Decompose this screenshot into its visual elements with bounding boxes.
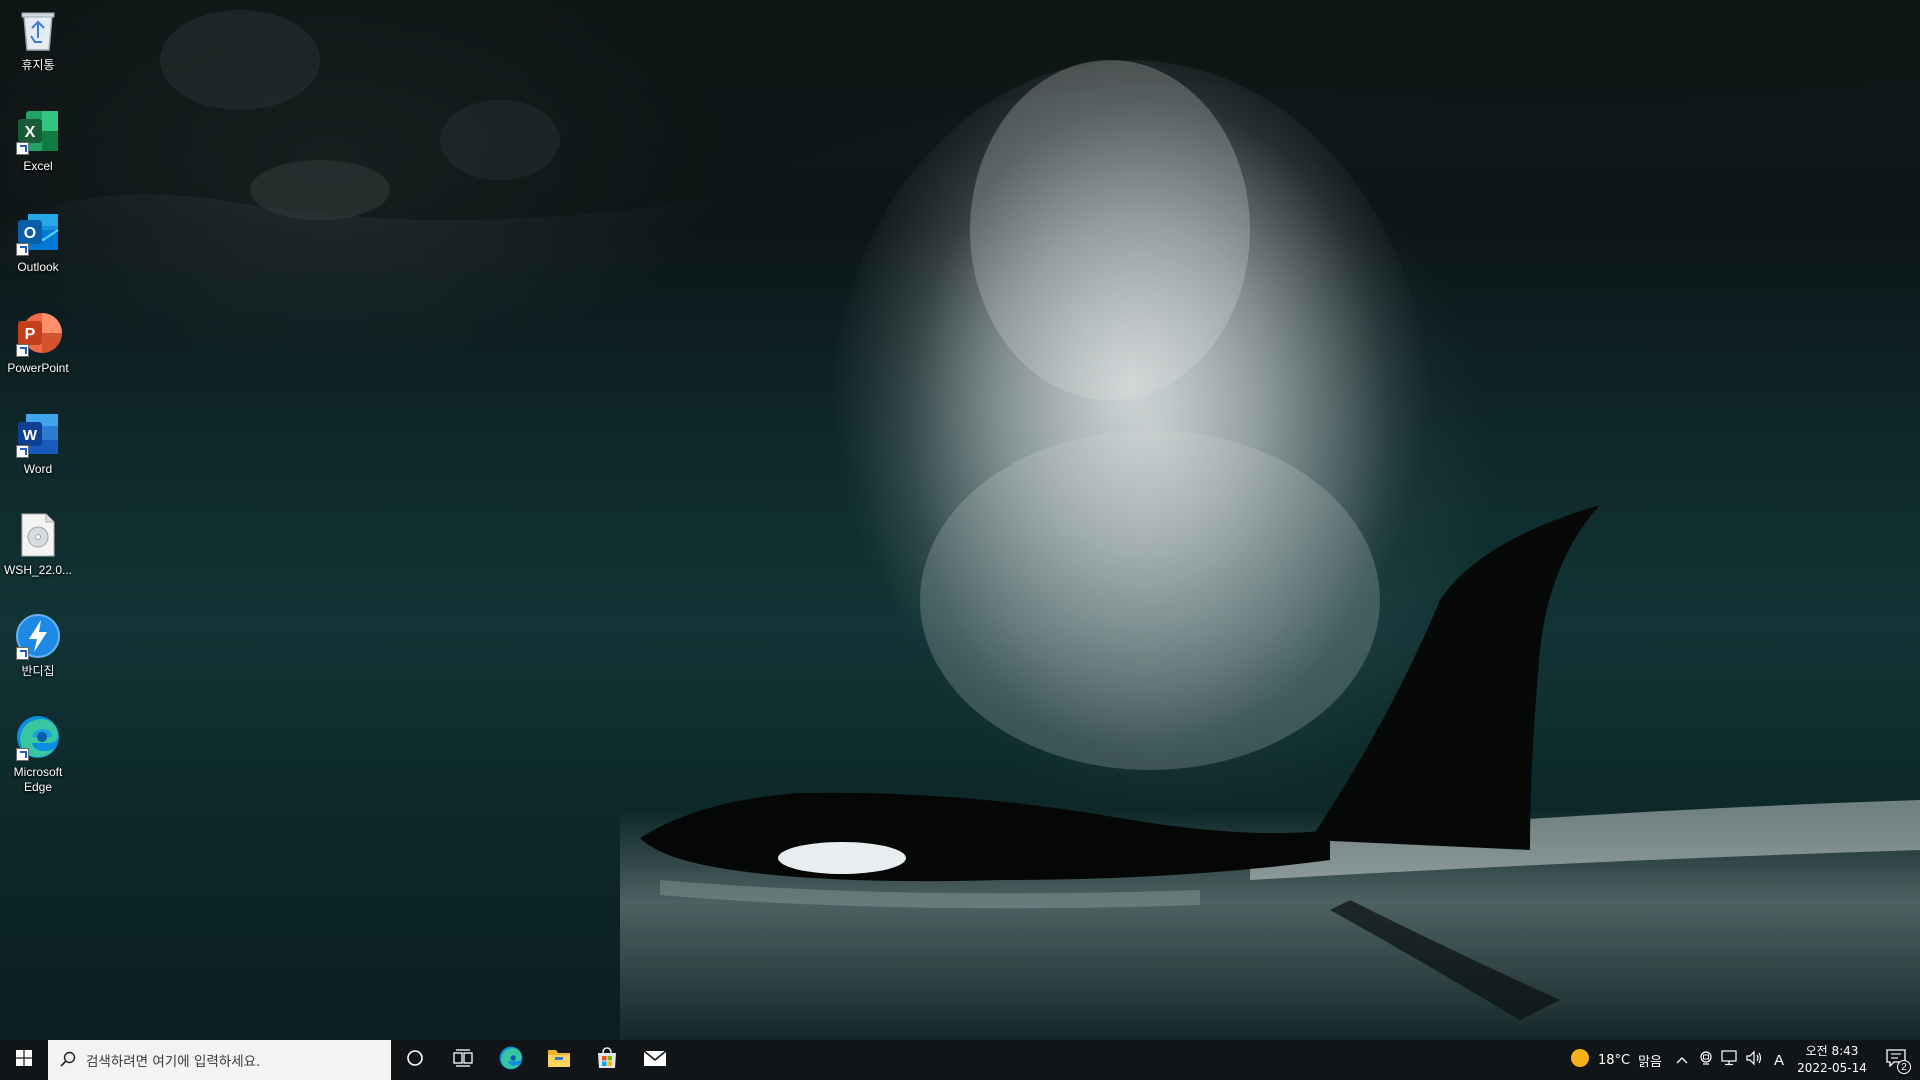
disc-image-file-icon [14,511,62,559]
network-button[interactable] [1718,1040,1742,1080]
sun-icon [1570,1048,1590,1073]
desktop-icon-excel[interactable]: X Excel [2,107,74,174]
weather-temperature: 18°C [1597,1052,1631,1068]
excel-icon: X [14,107,62,155]
cortana-button[interactable] [391,1040,439,1080]
mail-icon [643,1049,667,1072]
network-icon [1721,1049,1739,1071]
desktop-wallpaper [0,0,1920,1040]
orca-wallpaper-art [0,0,1920,1040]
powerpoint-icon: P [14,309,62,357]
task-view-icon [453,1048,473,1072]
edge-icon [14,713,62,761]
outlook-icon: O [14,208,62,256]
svg-text:W: W [23,427,38,444]
system-tray: 18°C 맑음 A 오전 8:43 2022-05-14 2 [1562,1040,1920,1080]
clock-time: 오전 8:43 [1805,1044,1859,1058]
desktop-icon-label: Excel [23,159,53,173]
clock-date: 2022-05-14 [1797,1061,1867,1075]
desktop-icon-word[interactable]: W Word [2,410,74,477]
taskbar-store-button[interactable] [583,1040,631,1080]
task-view-button[interactable] [439,1040,487,1080]
weather-widget[interactable]: 18°C 맑음 [1562,1040,1670,1080]
desktop-icon-label: PowerPoint [7,361,69,375]
svg-text:O: O [24,225,36,242]
taskbar: 검색하려면 여기에 입력하세요. 18°C 맑음 A 오전 8:43 2022-… [0,1040,1920,1080]
svg-text:P: P [25,326,36,343]
taskbar-search-box[interactable]: 검색하려면 여기에 입력하세요. [48,1040,391,1080]
svg-text:X: X [25,124,36,141]
shortcut-arrow-icon [16,344,29,357]
action-center-button[interactable]: 2 [1872,1040,1920,1080]
notification-count-badge: 2 [1897,1060,1911,1074]
desktop-icon-wsh-file[interactable]: WSH_22.0... [2,511,74,578]
file-explorer-icon [547,1047,571,1074]
taskbar-clock[interactable]: 오전 8:43 2022-05-14 [1792,1043,1872,1077]
shortcut-arrow-icon [16,647,29,660]
desktop-icon-outlook[interactable]: O Outlook [2,208,74,275]
desktop-icon-label: 휴지통 [21,58,55,72]
show-hidden-icons-button[interactable] [1670,1040,1694,1080]
windows-logo-icon [16,1049,32,1071]
volume-button[interactable] [1742,1040,1766,1080]
desktop-icon-powerpoint[interactable]: P PowerPoint [2,309,74,376]
desktop-icon-label: WSH_22.0... [3,563,73,577]
desktop-icon-edge[interactable]: Microsoft Edge [2,713,74,795]
bandizip-icon [14,612,62,660]
desktop-icon-label: Word [23,462,53,476]
recycle-bin-icon [14,6,62,54]
search-placeholder: 검색하려면 여기에 입력하세요. [86,1054,261,1070]
desktop-icon-recycle-bin[interactable]: 휴지통 [2,6,74,73]
taskbar-edge-button[interactable] [487,1040,535,1080]
desktop-icon-bandizip[interactable]: 반디집 [2,612,74,679]
meet-now-button[interactable] [1694,1040,1718,1080]
desktop-icon-label: Microsoft Edge [13,765,63,794]
speaker-icon [1745,1050,1763,1071]
shortcut-arrow-icon [16,243,29,256]
weather-condition: 맑음 [1638,1054,1662,1070]
start-button[interactable] [0,1040,48,1080]
desktop-icon-label: 반디집 [21,664,55,678]
taskbar-file-explorer-button[interactable] [535,1040,583,1080]
desktop-icon-label: Outlook [17,260,59,274]
edge-icon [498,1045,524,1076]
cortana-icon [406,1049,424,1072]
taskbar-mail-button[interactable] [631,1040,679,1080]
word-icon: W [14,410,62,458]
meet-now-icon [1699,1050,1713,1071]
input-method-indicator[interactable]: A [1766,1040,1792,1080]
microsoft-store-icon [596,1046,618,1074]
search-icon [60,1051,76,1070]
chevron-up-icon [1676,1051,1688,1069]
shortcut-arrow-icon [16,445,29,458]
shortcut-arrow-icon [16,142,29,155]
shortcut-arrow-icon [16,748,29,761]
